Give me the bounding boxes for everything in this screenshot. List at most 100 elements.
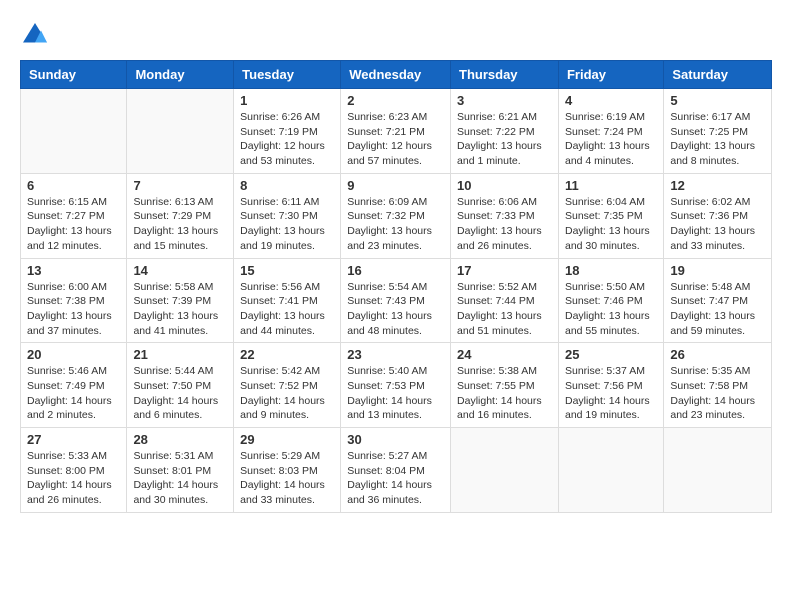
- day-cell: 9 Sunrise: 6:09 AMSunset: 7:32 PMDaylight…: [341, 173, 451, 258]
- day-info: Sunrise: 6:15 AMSunset: 7:27 PMDaylight:…: [27, 195, 120, 254]
- day-cell: 22 Sunrise: 5:42 AMSunset: 7:52 PMDayligh…: [234, 343, 341, 428]
- day-info: Sunrise: 6:02 AMSunset: 7:36 PMDaylight:…: [670, 195, 765, 254]
- day-cell: 21 Sunrise: 5:44 AMSunset: 7:50 PMDayligh…: [127, 343, 234, 428]
- day-cell: 30 Sunrise: 5:27 AMSunset: 8:04 PMDayligh…: [341, 428, 451, 513]
- day-cell: [21, 89, 127, 174]
- day-number: 17: [457, 263, 552, 278]
- day-cell: 5 Sunrise: 6:17 AMSunset: 7:25 PMDaylight…: [664, 89, 772, 174]
- day-info: Sunrise: 6:21 AMSunset: 7:22 PMDaylight:…: [457, 110, 552, 169]
- day-info: Sunrise: 5:27 AMSunset: 8:04 PMDaylight:…: [347, 449, 444, 508]
- day-info: Sunrise: 6:13 AMSunset: 7:29 PMDaylight:…: [133, 195, 227, 254]
- week-row-2: 6 Sunrise: 6:15 AMSunset: 7:27 PMDaylight…: [21, 173, 772, 258]
- day-info: Sunrise: 5:33 AMSunset: 8:00 PMDaylight:…: [27, 449, 120, 508]
- day-cell: [451, 428, 559, 513]
- day-info: Sunrise: 5:50 AMSunset: 7:46 PMDaylight:…: [565, 280, 657, 339]
- day-info: Sunrise: 6:26 AMSunset: 7:19 PMDaylight:…: [240, 110, 334, 169]
- day-number: 1: [240, 93, 334, 108]
- day-info: Sunrise: 6:06 AMSunset: 7:33 PMDaylight:…: [457, 195, 552, 254]
- week-row-4: 20Sunrise: 5:46 AMSunset: 7:49 PMDayligh…: [21, 343, 772, 428]
- day-info: Sunrise: 6:19 AMSunset: 7:24 PMDaylight:…: [565, 110, 657, 169]
- day-cell: 10Sunrise: 6:06 AMSunset: 7:33 PMDayligh…: [451, 173, 559, 258]
- day-number: 18: [565, 263, 657, 278]
- day-number: 9: [347, 178, 444, 193]
- page-header: [20, 20, 772, 50]
- day-cell: 29 Sunrise: 5:29 AMSunset: 8:03 PMDayligh…: [234, 428, 341, 513]
- day-info: Sunrise: 5:37 AMSunset: 7:56 PMDaylight:…: [565, 364, 657, 423]
- day-number: 8: [240, 178, 334, 193]
- day-cell: 14 Sunrise: 5:58 AMSunset: 7:39 PMDayligh…: [127, 258, 234, 343]
- day-cell: 24 Sunrise: 5:38 AMSunset: 7:55 PMDayligh…: [451, 343, 559, 428]
- day-number: 12: [670, 178, 765, 193]
- day-cell: 1 Sunrise: 6:26 AMSunset: 7:19 PMDaylight…: [234, 89, 341, 174]
- day-info: Sunrise: 6:00 AMSunset: 7:38 PMDaylight:…: [27, 280, 120, 339]
- week-row-3: 13Sunrise: 6:00 AMSunset: 7:38 PMDayligh…: [21, 258, 772, 343]
- day-cell: 8Sunrise: 6:11 AMSunset: 7:30 PMDaylight…: [234, 173, 341, 258]
- day-cell: 6 Sunrise: 6:15 AMSunset: 7:27 PMDaylight…: [21, 173, 127, 258]
- day-info: Sunrise: 5:29 AMSunset: 8:03 PMDaylight:…: [240, 449, 334, 508]
- day-info: Sunrise: 6:17 AMSunset: 7:25 PMDaylight:…: [670, 110, 765, 169]
- day-cell: 2 Sunrise: 6:23 AMSunset: 7:21 PMDaylight…: [341, 89, 451, 174]
- day-number: 16: [347, 263, 444, 278]
- day-cell: 25 Sunrise: 5:37 AMSunset: 7:56 PMDayligh…: [558, 343, 663, 428]
- day-info: Sunrise: 5:56 AMSunset: 7:41 PMDaylight:…: [240, 280, 334, 339]
- day-cell: [664, 428, 772, 513]
- day-info: Sunrise: 5:40 AMSunset: 7:53 PMDaylight:…: [347, 364, 444, 423]
- day-number: 24: [457, 347, 552, 362]
- day-number: 6: [27, 178, 120, 193]
- day-number: 27: [27, 432, 120, 447]
- day-cell: 23 Sunrise: 5:40 AMSunset: 7:53 PMDayligh…: [341, 343, 451, 428]
- day-number: 19: [670, 263, 765, 278]
- day-number: 2: [347, 93, 444, 108]
- day-cell: 18 Sunrise: 5:50 AMSunset: 7:46 PMDayligh…: [558, 258, 663, 343]
- day-info: Sunrise: 5:52 AMSunset: 7:44 PMDaylight:…: [457, 280, 552, 339]
- day-info: Sunrise: 5:38 AMSunset: 7:55 PMDaylight:…: [457, 364, 552, 423]
- day-number: 26: [670, 347, 765, 362]
- weekday-header-thursday: Thursday: [451, 61, 559, 89]
- day-number: 20: [27, 347, 120, 362]
- day-cell: [558, 428, 663, 513]
- day-info: Sunrise: 5:31 AMSunset: 8:01 PMDaylight:…: [133, 449, 227, 508]
- day-number: 5: [670, 93, 765, 108]
- day-number: 21: [133, 347, 227, 362]
- day-info: Sunrise: 6:23 AMSunset: 7:21 PMDaylight:…: [347, 110, 444, 169]
- day-info: Sunrise: 5:44 AMSunset: 7:50 PMDaylight:…: [133, 364, 227, 423]
- logo: [20, 20, 54, 50]
- day-cell: 11 Sunrise: 6:04 AMSunset: 7:35 PMDayligh…: [558, 173, 663, 258]
- weekday-header-monday: Monday: [127, 61, 234, 89]
- day-info: Sunrise: 5:48 AMSunset: 7:47 PMDaylight:…: [670, 280, 765, 339]
- weekday-header-wednesday: Wednesday: [341, 61, 451, 89]
- day-number: 7: [133, 178, 227, 193]
- day-info: Sunrise: 5:54 AMSunset: 7:43 PMDaylight:…: [347, 280, 444, 339]
- day-number: 23: [347, 347, 444, 362]
- day-info: Sunrise: 5:42 AMSunset: 7:52 PMDaylight:…: [240, 364, 334, 423]
- day-number: 29: [240, 432, 334, 447]
- day-cell: 16 Sunrise: 5:54 AMSunset: 7:43 PMDayligh…: [341, 258, 451, 343]
- weekday-header-saturday: Saturday: [664, 61, 772, 89]
- day-number: 11: [565, 178, 657, 193]
- day-number: 30: [347, 432, 444, 447]
- day-info: Sunrise: 6:09 AMSunset: 7:32 PMDaylight:…: [347, 195, 444, 254]
- weekday-header-tuesday: Tuesday: [234, 61, 341, 89]
- weekday-header-friday: Friday: [558, 61, 663, 89]
- day-cell: 4Sunrise: 6:19 AMSunset: 7:24 PMDaylight…: [558, 89, 663, 174]
- day-number: 15: [240, 263, 334, 278]
- day-cell: 15 Sunrise: 5:56 AMSunset: 7:41 PMDayligh…: [234, 258, 341, 343]
- day-number: 14: [133, 263, 227, 278]
- day-cell: 17 Sunrise: 5:52 AMSunset: 7:44 PMDayligh…: [451, 258, 559, 343]
- day-number: 22: [240, 347, 334, 362]
- day-info: Sunrise: 6:04 AMSunset: 7:35 PMDaylight:…: [565, 195, 657, 254]
- day-cell: 7 Sunrise: 6:13 AMSunset: 7:29 PMDaylight…: [127, 173, 234, 258]
- day-cell: 28 Sunrise: 5:31 AMSunset: 8:01 PMDayligh…: [127, 428, 234, 513]
- weekday-header-row: SundayMondayTuesdayWednesdayThursdayFrid…: [21, 61, 772, 89]
- week-row-5: 27 Sunrise: 5:33 AMSunset: 8:00 PMDayligh…: [21, 428, 772, 513]
- logo-icon: [20, 20, 50, 50]
- day-number: 25: [565, 347, 657, 362]
- day-cell: 26Sunrise: 5:35 AMSunset: 7:58 PMDayligh…: [664, 343, 772, 428]
- day-number: 28: [133, 432, 227, 447]
- day-cell: 3Sunrise: 6:21 AMSunset: 7:22 PMDaylight…: [451, 89, 559, 174]
- day-info: Sunrise: 5:58 AMSunset: 7:39 PMDaylight:…: [133, 280, 227, 339]
- weekday-header-sunday: Sunday: [21, 61, 127, 89]
- day-cell: 19 Sunrise: 5:48 AMSunset: 7:47 PMDayligh…: [664, 258, 772, 343]
- day-cell: 12 Sunrise: 6:02 AMSunset: 7:36 PMDayligh…: [664, 173, 772, 258]
- week-row-1: 1 Sunrise: 6:26 AMSunset: 7:19 PMDaylight…: [21, 89, 772, 174]
